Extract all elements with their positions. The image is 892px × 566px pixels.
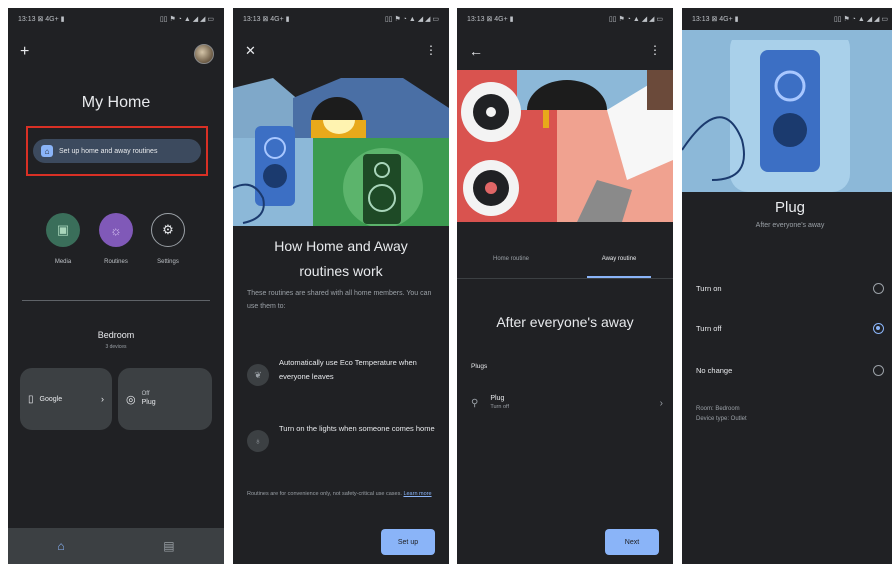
room-name: Bedroom <box>97 330 135 340</box>
status-icons: ▯▯ ⚑ ◔ ▲ ◢ ◢ ▭ <box>608 16 663 23</box>
device-room: Room: Bedroom <box>696 406 740 412</box>
device-type: Device type: Outlet <box>696 416 747 423</box>
hero-illustration <box>457 70 673 222</box>
radio-option-turn-on[interactable]: Turn on <box>696 283 884 294</box>
plug-name: Plug <box>490 395 505 403</box>
feature-row-lights: Turn on the lights when someone comes ho… <box>279 424 435 433</box>
gear-icon: ⚙ <box>162 222 174 237</box>
chevron-right-icon: › <box>659 397 663 409</box>
settings-button[interactable]: ⚙ <box>151 213 185 247</box>
disclaimer-text: Routines are for convenience only, not s… <box>247 491 402 497</box>
plug-illustration <box>682 30 892 192</box>
devices-illustration <box>457 70 673 222</box>
home-tab-icon[interactable]: ⌂ <box>57 539 64 553</box>
device-state: Off <box>141 390 150 397</box>
device-card-plug[interactable]: ◎ Off Plug <box>118 368 212 430</box>
status-time: 13:13 ⊠ 4G+ ▮ <box>467 16 514 23</box>
routine-tabs: Home routine Away routine <box>457 254 673 278</box>
radio-button[interactable] <box>873 323 884 334</box>
page-title: My Home <box>81 94 151 111</box>
status-bar: 13:13 ⊠ 4G+ ▮ ▯▯ ⚑ ◔ ▲ ◢ ◢ ▭ <box>233 8 449 30</box>
status-icons: ▯▯ ⚑ ◔ ▲ ◢ ◢ ▭ <box>159 16 214 23</box>
plugs-section-label: Plugs <box>471 363 488 370</box>
heading-line-1: How Home and Away <box>274 238 408 254</box>
divider <box>22 300 210 301</box>
description: These routines are shared with all home … <box>247 290 432 310</box>
status-icons: ▯▯ ⚑ ◔ ▲ ◢ ◢ ▭ <box>833 16 888 23</box>
heading-line-2: routines work <box>299 263 383 279</box>
status-time: 13:13 ⊠ 4G+ ▮ <box>18 16 65 23</box>
status-time: 13:13 ⊠ 4G+ ▮ <box>243 16 290 23</box>
more-vert-icon[interactable]: ⋮ <box>425 44 437 56</box>
hero-illustration <box>233 78 449 226</box>
pin-icon: ⚲ <box>471 397 479 409</box>
media-button[interactable]: ▣ <box>46 213 80 247</box>
setup-routines-chip[interactable]: ⌂ Set up home and away routines <box>33 139 201 163</box>
bottom-nav: ⌂ ▤ <box>8 528 224 564</box>
tab-divider <box>457 278 673 279</box>
device-subtitle: After everyone's away <box>755 222 825 229</box>
plug-icon: ◎ <box>126 393 136 406</box>
leaf-icon: ❦ <box>247 364 269 386</box>
avatar[interactable] <box>194 44 214 64</box>
plug-action: Turn off <box>490 404 509 411</box>
phone-screen-plug-action: 13:13 ⊠ 4G+ ▮ ▯▯ ⚑ ◔ ▲ ◢ ◢ ▭ Plug After … <box>682 8 892 564</box>
speaker-icon: ▯ <box>28 393 34 405</box>
disclaimer: Routines are for convenience only, not s… <box>247 490 435 498</box>
status-bar: 13:13 ⊠ 4G+ ▮ ▯▯ ⚑ ◔ ▲ ◢ ◢ ▭ <box>457 8 673 30</box>
sun-icon: ☼ <box>110 222 122 238</box>
section-heading: After everyone's away <box>496 314 634 330</box>
tab-away-routine[interactable]: Away routine <box>565 254 673 278</box>
chevron-right-icon: › <box>101 394 104 404</box>
list-item-plug[interactable]: ⚲ Plug Turn off › <box>471 388 663 418</box>
feature-row-eco: Automatically use Eco Temperature when e… <box>279 358 417 381</box>
status-bar: 13:13 ⊠ 4G+ ▮ ▯▯ ⚑ ◔ ▲ ◢ ◢ ▭ <box>8 8 224 30</box>
radio-label: Turn on <box>696 284 722 293</box>
list-tab-icon[interactable]: ▤ <box>163 539 174 553</box>
radio-label: No change <box>696 366 733 375</box>
media-label: Media <box>54 259 72 265</box>
radio-button[interactable] <box>873 365 884 376</box>
routines-button[interactable]: ☼ <box>99 213 133 247</box>
radio-option-turn-off[interactable]: Turn off <box>696 323 884 334</box>
more-vert-icon[interactable]: ⋮ <box>649 44 661 56</box>
status-icons: ▯▯ ⚑ ◔ ▲ ◢ ◢ ▭ <box>384 16 439 23</box>
status-bar: 13:13 ⊠ 4G+ ▮ ▯▯ ⚑ ◔ ▲ ◢ ◢ ▭ <box>682 8 892 30</box>
setup-routines-label: Set up home and away routines <box>59 147 158 155</box>
add-icon[interactable]: + <box>20 44 29 60</box>
hero-illustration <box>682 30 892 192</box>
radio-option-no-change[interactable]: No change <box>696 365 884 376</box>
routines-label: Routines <box>104 259 128 265</box>
phone-screen-my-home: 13:13 ⊠ 4G+ ▮ ▯▯ ⚑ ◔ ▲ ◢ ◢ ▭ + My Home ⌂… <box>8 8 224 564</box>
house-illustration <box>233 78 449 226</box>
status-time: 13:13 ⊠ 4G+ ▮ <box>692 16 739 23</box>
phone-screen-how-it-works: 13:13 ⊠ 4G+ ▮ ▯▯ ⚑ ◔ ▲ ◢ ◢ ▭ ✕ ⋮ How Hom… <box>233 8 449 564</box>
home-icon: ⌂ <box>41 145 53 157</box>
device-info: Room: Bedroom Device type: Outlet <box>696 404 747 424</box>
next-button[interactable]: Next <box>605 529 659 555</box>
room-device-count: 3 devices <box>105 344 127 350</box>
device-name: Plug <box>141 399 156 407</box>
close-icon[interactable]: ✕ <box>245 44 256 57</box>
radio-label: Turn off <box>696 324 722 333</box>
phone-screen-away-routine: 13:13 ⊠ 4G+ ▮ ▯▯ ⚑ ◔ ▲ ◢ ◢ ▭ ← ⋮ Home ro… <box>457 8 673 564</box>
back-arrow-icon[interactable]: ← <box>469 44 483 58</box>
bulb-icon: ♁ <box>247 430 269 452</box>
device-title: Plug <box>774 199 806 216</box>
device-card-google[interactable]: ▯ Google › <box>20 368 112 430</box>
settings-label: Settings <box>157 259 179 265</box>
learn-more-link[interactable]: Learn more <box>403 491 431 497</box>
device-name: Google <box>39 395 63 403</box>
set-up-button[interactable]: Set up <box>381 529 435 555</box>
radio-button[interactable] <box>873 283 884 294</box>
play-box-icon: ▣ <box>56 222 70 237</box>
tab-home-routine[interactable]: Home routine <box>457 254 565 278</box>
